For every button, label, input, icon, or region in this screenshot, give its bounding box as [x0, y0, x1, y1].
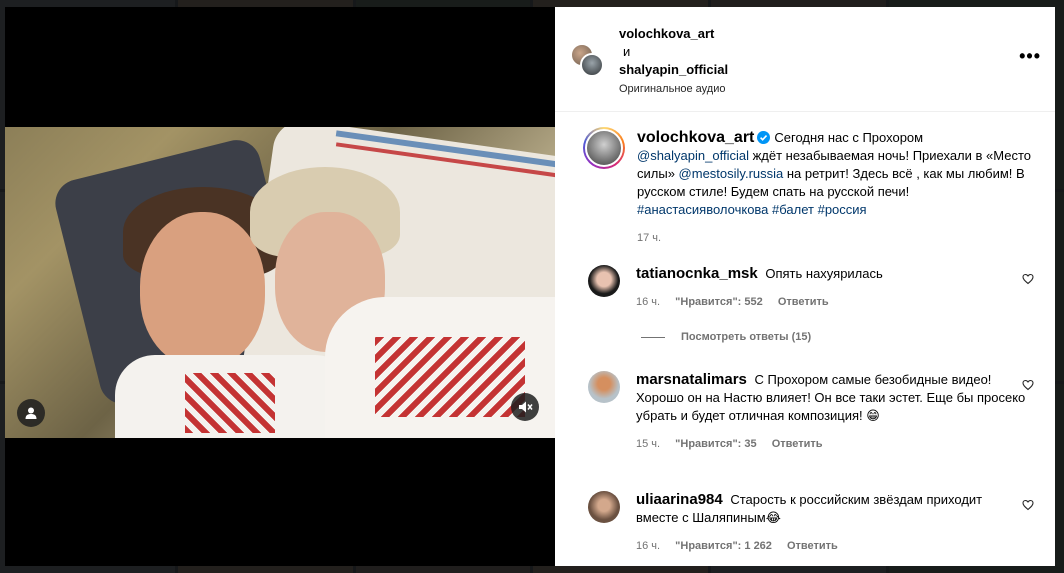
post-media [5, 7, 555, 566]
comment-time[interactable]: 16 ч. [636, 296, 660, 308]
reply-button[interactable]: Ответить [772, 438, 823, 450]
heart-outline-icon[interactable] [1022, 379, 1034, 391]
caption-hashtags[interactable]: #анастасияволочкова #балет #россия [637, 202, 867, 217]
mute-button[interactable] [511, 393, 539, 421]
reply-button[interactable]: Ответить [787, 540, 838, 552]
avatar [580, 53, 604, 77]
user-tag-icon [25, 407, 37, 419]
heart-outline-icon[interactable] [1022, 273, 1034, 285]
comment-item: marsnatalimars С Прохором самые безобидн… [588, 371, 1034, 453]
comment-username[interactable]: uliaarina984 [636, 491, 723, 508]
caption-timestamp[interactable]: 17 ч. [637, 229, 1033, 247]
header-username-1[interactable]: volochkova_art [619, 25, 728, 43]
post-modal: volochkova_art и shalyapin_official Ориг… [5, 7, 1055, 566]
caption-mention-link[interactable]: @shalyapin_official [637, 148, 749, 163]
tagged-users-button[interactable] [17, 399, 45, 427]
comment-likes[interactable]: "Нравится": 35 [675, 438, 756, 450]
more-options-button[interactable]: ••• [1019, 47, 1041, 65]
reel-video[interactable] [5, 127, 555, 438]
avatar[interactable] [588, 371, 620, 403]
reply-button[interactable]: Ответить [778, 296, 829, 308]
comment-likes[interactable]: "Нравится": 552 [675, 296, 763, 308]
comment-likes[interactable]: "Нравится": 1 262 [675, 540, 772, 552]
replies-divider [641, 336, 665, 338]
comment-text: Опять нахуярилась [765, 266, 883, 281]
post-header: volochkova_art и shalyapin_official Ориг… [555, 7, 1055, 112]
collab-avatars[interactable] [570, 43, 606, 79]
post-side-panel: volochkova_art и shalyapin_official Ориг… [555, 7, 1055, 566]
caption-mention-link[interactable]: @mestosily.russia [679, 166, 784, 181]
comment-username[interactable]: tatianocnka_msk [636, 265, 758, 282]
caption-username[interactable]: volochkova_art [637, 129, 754, 146]
muted-speaker-icon [519, 401, 533, 413]
caption-avatar[interactable] [583, 127, 625, 169]
view-replies-label: Посмотреть ответы (15) [681, 331, 812, 343]
header-username-2[interactable]: shalyapin_official [619, 61, 728, 79]
avatar[interactable] [588, 265, 620, 297]
collab-names: volochkova_art и shalyapin_official Ориг… [619, 25, 728, 98]
post-caption: volochkova_art Сегодня нас с Прохором @sh… [583, 127, 1033, 247]
view-replies-button[interactable]: Посмотреть ответы (15) [641, 331, 811, 343]
verified-badge-icon [757, 131, 771, 144]
comment-time[interactable]: 15 ч. [636, 438, 660, 450]
header-and-text: и [623, 44, 631, 59]
comment-username[interactable]: marsnatalimars [636, 371, 747, 388]
comment-item: tatianocnka_msk Опять нахуярилась 16 ч. … [588, 265, 1034, 311]
comment-item: uliaarina984 Старость к российским звёзд… [588, 491, 1034, 555]
caption-text: Сегодня нас с Прохором [774, 130, 924, 145]
comment-time[interactable]: 16 ч. [636, 540, 660, 552]
heart-outline-icon[interactable] [1022, 499, 1034, 511]
original-audio-link[interactable]: Оригинальное аудио [619, 80, 728, 98]
avatar[interactable] [588, 491, 620, 523]
